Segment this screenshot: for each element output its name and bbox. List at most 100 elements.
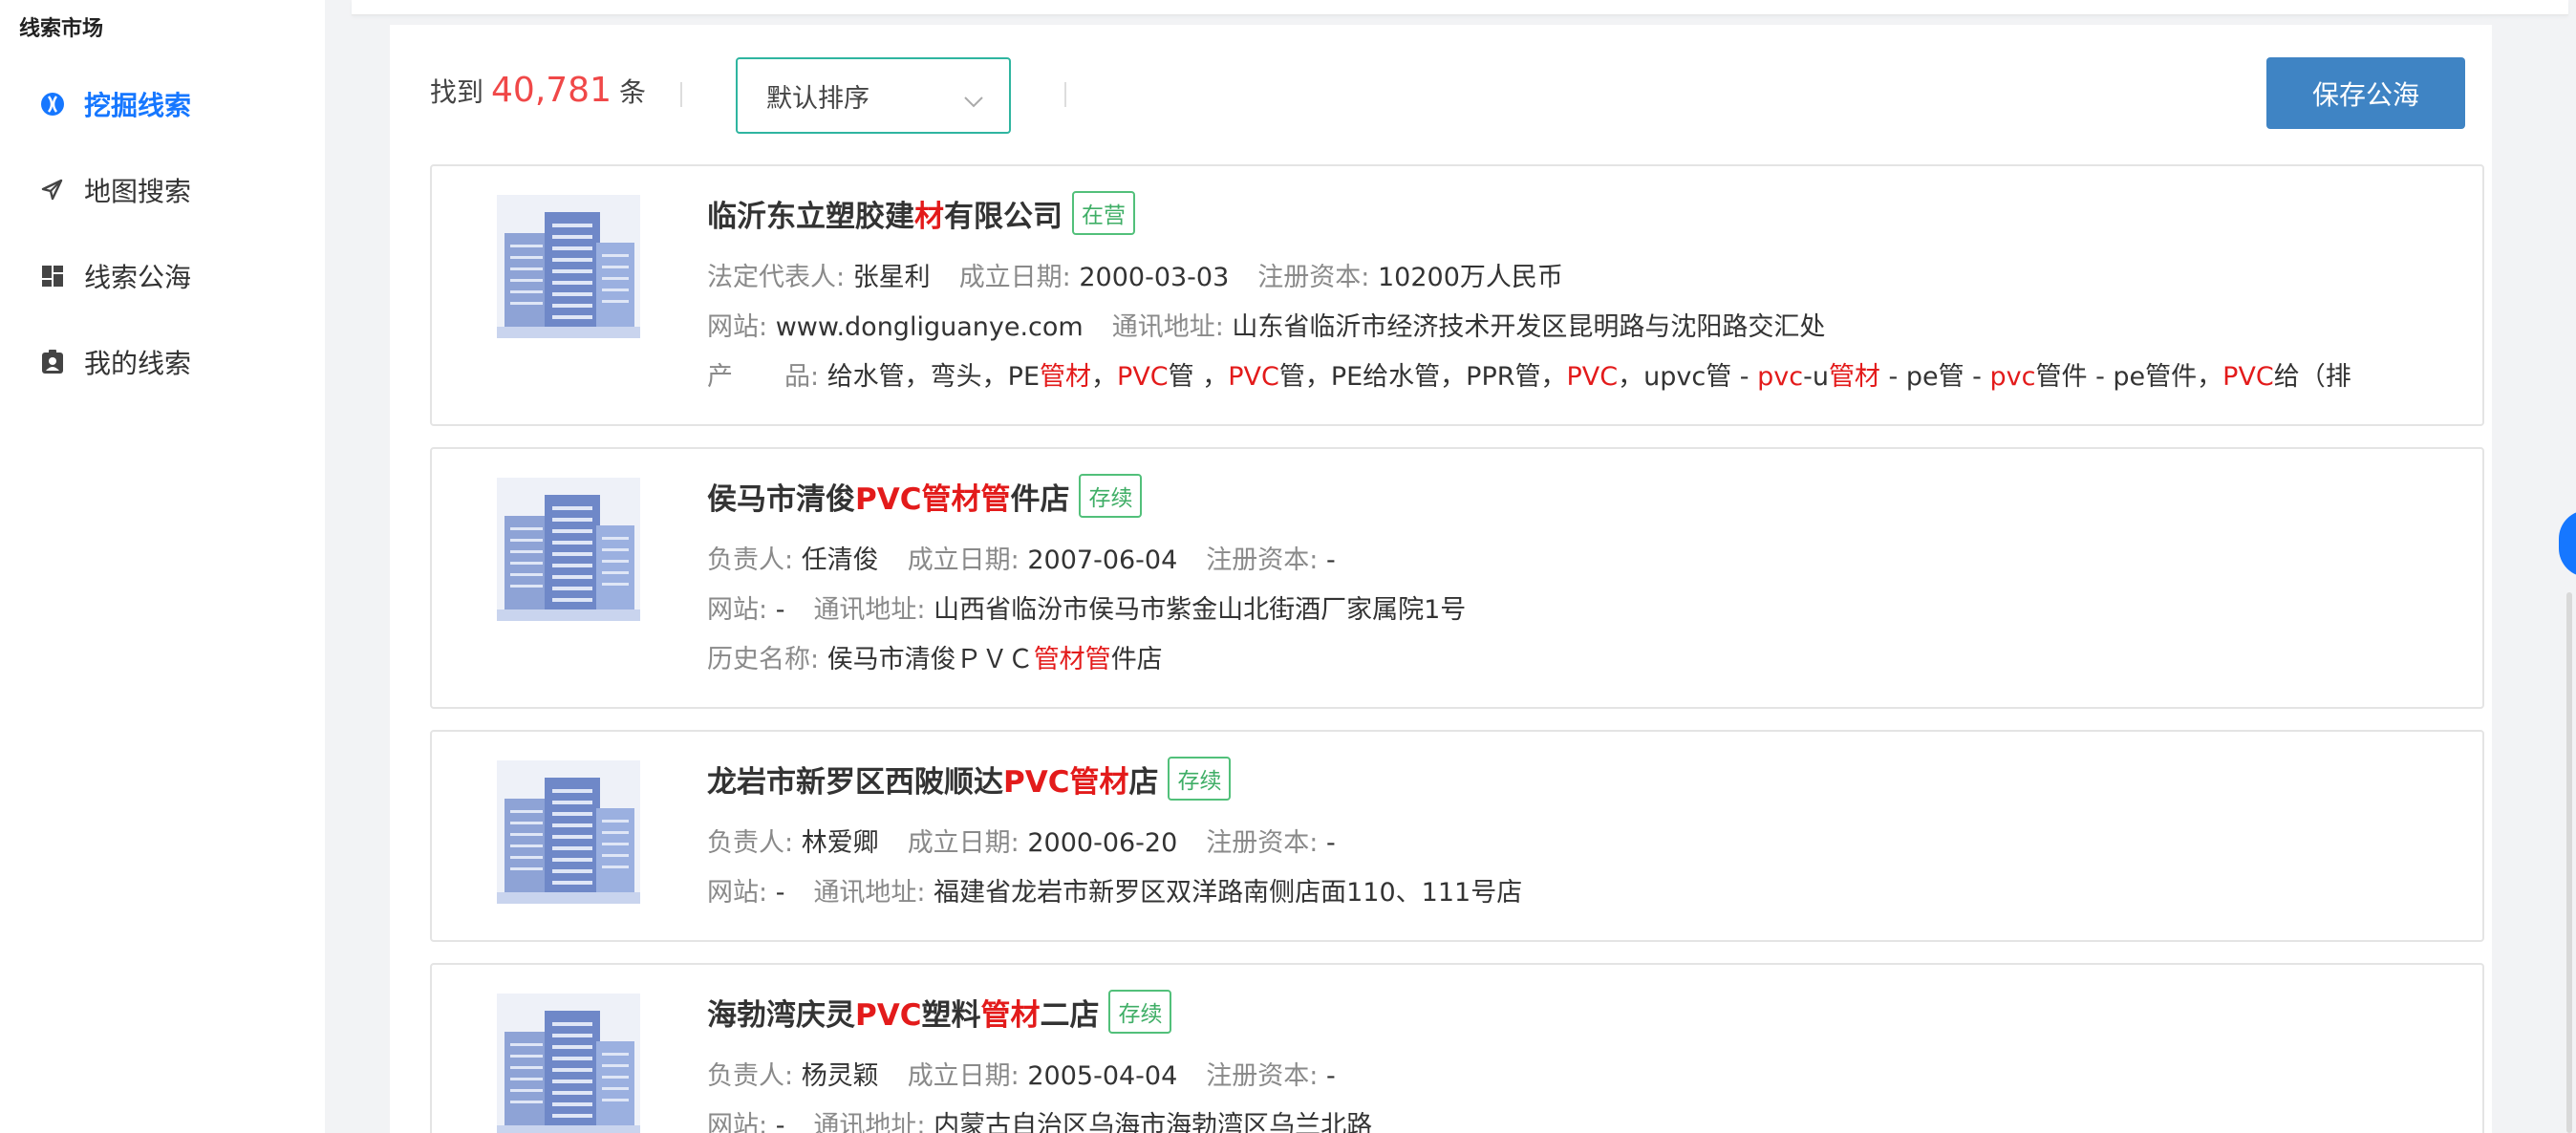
keyword-highlight: pvc xyxy=(1989,362,2036,392)
keyword-highlight: PVC xyxy=(855,997,922,1033)
field-value: 2007-06-04 xyxy=(1027,545,1178,575)
field-value: 张星利 xyxy=(852,263,931,292)
field-value: - xyxy=(1325,828,1336,858)
text-segment: 管件 - pe管件， xyxy=(2035,362,2223,392)
field-label: 负责人: xyxy=(707,545,802,575)
field-label: 网站: xyxy=(707,878,776,908)
field-label: 通讯地址: xyxy=(813,595,934,625)
sidebar-item-label: 我的线索 xyxy=(84,348,192,379)
field-value: 内蒙古自治区乌海市海勃湾区乌兰北路 xyxy=(934,1111,1373,1133)
text-segment: 侯马市清俊ＰＶＣ xyxy=(826,645,1034,674)
keyword-highlight: 材 xyxy=(914,199,944,234)
field-label: 注册资本: xyxy=(1206,545,1326,575)
sidebar-item-label: 地图搜索 xyxy=(84,176,192,207)
status-badge: 存续 xyxy=(1168,757,1232,801)
company-logo xyxy=(497,760,640,904)
keyword-highlight: PVC xyxy=(1566,362,1619,392)
keyword-highlight: 管材 xyxy=(1040,362,1092,392)
found-suffix: 条 xyxy=(618,76,646,108)
field-label: 成立日期: xyxy=(907,545,1028,575)
field-label: 负责人: xyxy=(707,828,802,858)
info-row: 网站: - 通讯地址: 福建省龙岩市新罗区双洋路南侧店面110、111号店 xyxy=(707,871,1522,909)
field-label: 成立日期: xyxy=(907,1061,1028,1091)
text-segment: 临沂东立塑胶建 xyxy=(707,199,914,234)
company-card[interactable]: 侯马市清俊PVC管材管件店 存续 负责人: 任清俊 成立日期: 2007-06-0… xyxy=(430,447,2484,709)
status-badge: 存续 xyxy=(1079,474,1143,518)
keyword-highlight: PVC xyxy=(1228,362,1279,392)
info-row: 网站: - 通讯地址: 内蒙古自治区乌海市海勃湾区乌兰北路 xyxy=(707,1104,1372,1133)
sidebar-item-leads-pool[interactable]: 线索公海 xyxy=(38,255,191,297)
found-prefix: 找到 xyxy=(430,76,484,108)
text-segment: 侯马市清俊 xyxy=(707,481,855,517)
company-card[interactable]: 临沂东立塑胶建材有限公司 在营 法定代表人: 张星利 成立日期: 2000-03-… xyxy=(430,164,2484,426)
text-segment: 件店 xyxy=(1110,645,1163,674)
field-value: - xyxy=(1325,545,1336,575)
text-segment: 给（排 xyxy=(2273,362,2351,392)
field-label: 成立日期: xyxy=(958,263,1080,292)
text-segment: ， xyxy=(1091,362,1118,392)
sidebar-item-my-leads[interactable]: 我的线索 xyxy=(38,341,191,383)
contact-card-icon xyxy=(38,348,67,376)
text-segment: 有限公司 xyxy=(944,199,1063,234)
compass-icon xyxy=(38,90,67,118)
company-name[interactable]: 临沂东立塑胶建材有限公司 xyxy=(707,192,1063,235)
sidebar-item-dig-leads[interactable]: 挖掘线索 xyxy=(38,83,191,125)
result-count-number: 40,781 xyxy=(491,71,612,110)
keyword-highlight: 管材管 xyxy=(1033,645,1111,674)
keyword-highlight: PVC xyxy=(2222,362,2274,392)
text-segment: 件店 xyxy=(1010,481,1070,517)
field-value: 林爱卿 xyxy=(801,828,879,858)
history-name-label: 历史名称: xyxy=(707,645,827,674)
keyword-highlight: PVC管材 xyxy=(1003,764,1129,800)
company-logo xyxy=(497,994,640,1133)
field-value: www.dongliguanye.com xyxy=(775,312,1084,342)
field-label: 网站: xyxy=(707,1111,776,1133)
save-to-pool-button[interactable]: 保存公海 xyxy=(2266,57,2465,129)
status-badge: 存续 xyxy=(1108,990,1172,1034)
dashboard-icon xyxy=(38,262,67,290)
company-logo xyxy=(497,195,640,338)
sort-select[interactable]: 默认排序 xyxy=(736,57,1011,134)
field-label: 通讯地址: xyxy=(813,1111,934,1133)
products-label: 产 品: xyxy=(707,362,827,392)
field-value: 杨灵颖 xyxy=(801,1061,879,1091)
result-count: 找到 40,781 条 xyxy=(430,71,646,110)
history-name-value: 侯马市清俊ＰＶＣ管材管件店 xyxy=(827,645,1163,674)
field-value: 福建省龙岩市新罗区双洋路南侧店面110、111号店 xyxy=(934,878,1523,908)
text-segment: 海勃湾庆灵 xyxy=(707,997,855,1033)
keyword-highlight: pvc xyxy=(1757,362,1804,392)
field-value: 2000-06-20 xyxy=(1027,828,1178,858)
field-value: - xyxy=(775,1111,785,1133)
text-segment: ，upvc管 - xyxy=(1618,362,1758,392)
company-name[interactable]: 海勃湾庆灵PVC塑料管材二店 xyxy=(707,991,1099,1034)
company-name[interactable]: 侯马市清俊PVC管材管件店 xyxy=(707,475,1069,518)
field-value: 任清俊 xyxy=(801,545,879,575)
sidebar-item-label: 线索公海 xyxy=(84,262,192,293)
field-value: - xyxy=(775,878,785,908)
send-icon xyxy=(38,176,67,204)
info-row: 网站: - 通讯地址: 山西省临汾市侯马市紫金山北街酒厂家属院1号 xyxy=(707,588,1466,626)
history-name-row: 历史名称: 侯马市清俊ＰＶＣ管材管件店 xyxy=(707,638,1163,675)
company-name[interactable]: 龙岩市新罗区西陂顺达PVC管材店 xyxy=(707,758,1158,801)
field-label: 注册资本: xyxy=(1206,1061,1326,1091)
text-segment: 二店 xyxy=(1040,997,1100,1033)
text-segment: 龙岩市新罗区西陂顺达 xyxy=(707,764,1003,800)
keyword-highlight: 管材 xyxy=(980,997,1041,1033)
text-segment: - pe管 - xyxy=(1879,362,1990,392)
floating-assistant-button[interactable] xyxy=(2559,510,2576,577)
sidebar-item-label: 挖掘线索 xyxy=(84,90,192,121)
field-label: 注册资本: xyxy=(1257,263,1378,292)
sidebar-item-map-search[interactable]: 地图搜索 xyxy=(38,169,191,211)
field-value: 10200万人民币 xyxy=(1377,263,1563,292)
field-value: 2005-04-04 xyxy=(1027,1061,1178,1091)
text-segment: -u xyxy=(1803,362,1829,392)
info-row: 负责人: 杨灵颖 成立日期: 2005-04-04 注册资本: - xyxy=(707,1055,1336,1092)
company-card[interactable]: 海勃湾庆灵PVC塑料管材二店 存续 负责人: 杨灵颖 成立日期: 2005-04-… xyxy=(430,963,2484,1133)
info-row: 负责人: 林爱卿 成立日期: 2000-06-20 注册资本: - xyxy=(707,822,1336,859)
info-row: 网站: www.dongliguanye.com 通讯地址: 山东省临沂市经济技术… xyxy=(707,306,1825,343)
field-value: 山东省临沂市经济技术开发区昆明路与沈阳路交汇处 xyxy=(1232,312,1826,342)
field-label: 负责人: xyxy=(707,1061,802,1091)
company-card[interactable]: 龙岩市新罗区西陂顺达PVC管材店 存续 负责人: 林爱卿 成立日期: 2000-0… xyxy=(430,730,2484,942)
text-segment: 塑料 xyxy=(921,997,981,1033)
scrollbar[interactable] xyxy=(2566,592,2572,1133)
